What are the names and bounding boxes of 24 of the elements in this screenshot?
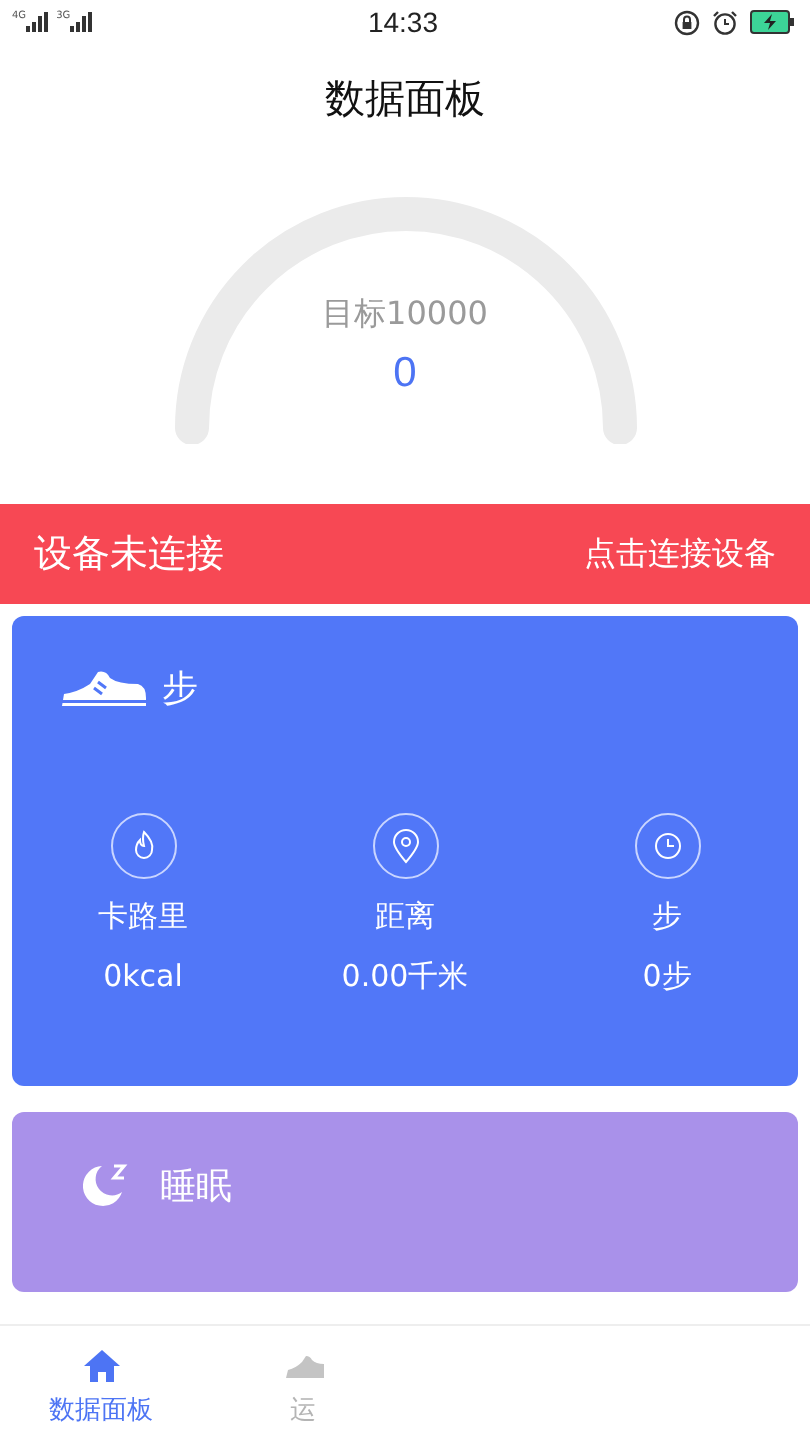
- stat-label: 步: [652, 896, 682, 936]
- step-count: 0: [393, 348, 417, 400]
- home-icon: [81, 1346, 121, 1384]
- nav-tab[interactable]: 数据面板: [0, 1326, 202, 1440]
- stat-value: 0步: [642, 956, 692, 996]
- clock-icon: [633, 812, 701, 880]
- alarm-icon: [711, 9, 738, 35]
- signal-icon: [26, 12, 51, 32]
- location-pin-icon: [371, 812, 439, 880]
- card-title: 步: [162, 666, 198, 712]
- clock-time: 14:33: [367, 6, 439, 38]
- flame-icon: [109, 812, 177, 880]
- connection-status: 设备未连接: [34, 530, 224, 580]
- card-title: 睡眠: [160, 1164, 232, 1210]
- stat-label: 距离: [375, 896, 435, 936]
- goal-label: 目标10000: [322, 292, 488, 336]
- stat-value: 0.00千米: [341, 956, 469, 996]
- page-title: 数据面板: [323, 72, 487, 126]
- signal-icon: [70, 12, 95, 32]
- connect-device-link[interactable]: 点击连接设备: [584, 533, 776, 575]
- nav-tab[interactable]: 运: [202, 1326, 404, 1440]
- battery-icon: [749, 10, 794, 34]
- stat-value: 0kcal: [103, 956, 183, 996]
- stat-label: 卡路里: [98, 896, 188, 936]
